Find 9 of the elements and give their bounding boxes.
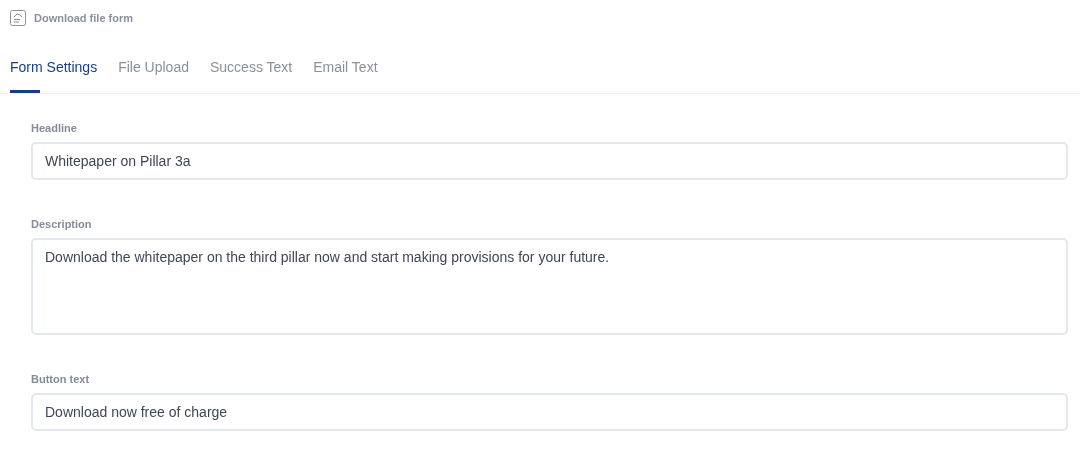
document-icon [10,10,26,26]
field-label: Description [31,218,93,230]
form-title: Download file form [34,12,133,24]
field-label: Headline [31,122,78,134]
input-field[interactable]: Whitepaper on Pillar 3a [31,142,1068,180]
textarea-field[interactable]: Download the whitepaper on the third pillar now and start making provisions for your future. [31,238,1068,335]
input-field[interactable]: Download now free of charge [31,393,1068,431]
tab[interactable]: Form Settings [10,55,98,93]
field-label: Button text [31,373,91,385]
